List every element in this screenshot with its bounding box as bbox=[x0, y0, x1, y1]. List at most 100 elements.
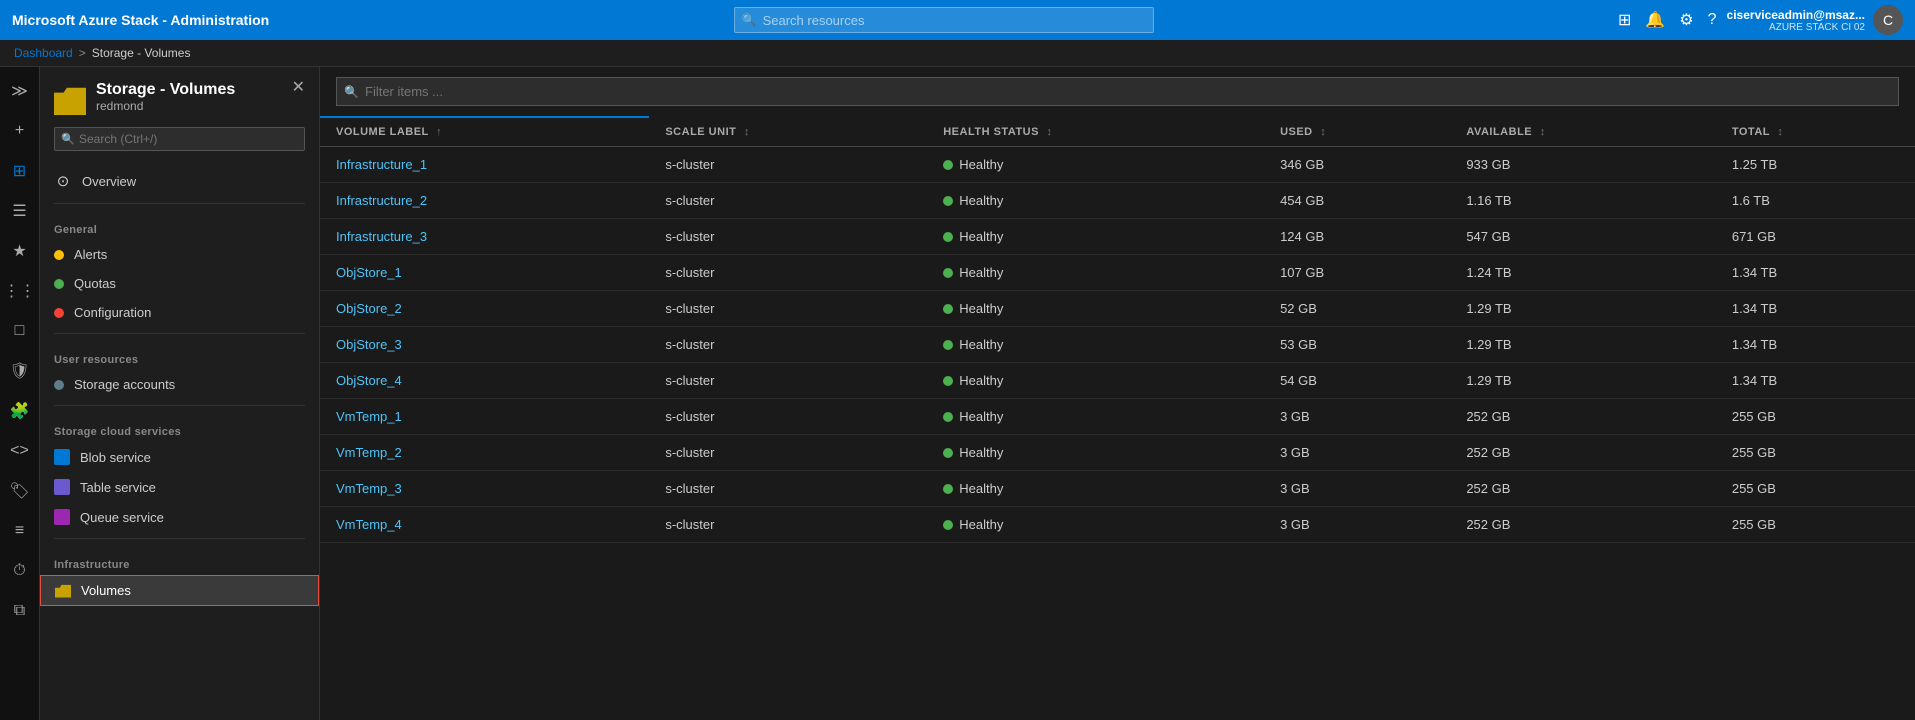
icon-bar: ≫ + ⊞ ☰ ★ ⋮⋮ □ 🛡 🧩 <> 🏷 ≡ ⏱ ⧉ bbox=[0, 67, 40, 720]
tag-icon[interactable]: 🏷 bbox=[4, 475, 36, 507]
table-row[interactable]: VmTemp_2s-clusterHealthy3 GB252 GB255 GB bbox=[320, 435, 1915, 471]
portal-icon[interactable]: ⊞ bbox=[1618, 10, 1631, 30]
divider-user-resources bbox=[54, 333, 305, 334]
grid-icon[interactable]: ⋮⋮ bbox=[4, 275, 36, 307]
cell-used: 346 GB bbox=[1264, 147, 1450, 183]
plus-icon[interactable]: + bbox=[4, 115, 36, 147]
breadcrumb-home[interactable]: Dashboard bbox=[14, 46, 73, 60]
breadcrumb: Dashboard > Storage - Volumes bbox=[0, 40, 1915, 67]
blob-service-icon bbox=[54, 449, 70, 465]
storage-cloud-section-label: Storage cloud services bbox=[40, 412, 319, 442]
col-total-text: TOTAL bbox=[1732, 126, 1770, 138]
global-search-input[interactable] bbox=[734, 7, 1154, 33]
health-text: Healthy bbox=[959, 373, 1003, 388]
sidebar-search-input[interactable] bbox=[54, 127, 305, 151]
col-health-status[interactable]: HEALTH STATUS ↕ bbox=[927, 117, 1264, 147]
sidebar-close-button[interactable]: ✕ bbox=[292, 77, 305, 97]
health-dot-icon bbox=[943, 520, 953, 530]
table-body: Infrastructure_1s-clusterHealthy346 GB93… bbox=[320, 147, 1915, 543]
breadcrumb-sep: > bbox=[79, 46, 86, 60]
top-bar-icons: ⊞ 🔔 ⚙ ? bbox=[1618, 10, 1717, 30]
shield-icon[interactable]: 🛡 bbox=[4, 355, 36, 387]
filter-icon: 🔍 bbox=[344, 85, 359, 99]
table-row[interactable]: Infrastructure_1s-clusterHealthy346 GB93… bbox=[320, 147, 1915, 183]
cell-scale-unit: s-cluster bbox=[649, 219, 927, 255]
col-volume-label[interactable]: VOLUME LABEL ↑ bbox=[320, 117, 649, 147]
sidebar-item-blob-service[interactable]: Blob service bbox=[40, 442, 319, 472]
app-title: Microsoft Azure Stack - Administration bbox=[12, 12, 269, 28]
queue-service-icon bbox=[54, 509, 70, 525]
puzzle-icon[interactable]: 🧩 bbox=[4, 395, 36, 427]
cell-available: 1.29 TB bbox=[1450, 363, 1716, 399]
sidebar-title-text: Storage - Volumes redmond bbox=[96, 81, 235, 113]
storage-accounts-icon bbox=[54, 380, 64, 390]
cell-volume-label: ObjStore_1 bbox=[320, 255, 649, 291]
table-row[interactable]: ObjStore_3s-clusterHealthy53 GB1.29 TB1.… bbox=[320, 327, 1915, 363]
col-used[interactable]: USED ↕ bbox=[1264, 117, 1450, 147]
cell-available: 1.16 TB bbox=[1450, 183, 1716, 219]
cell-scale-unit: s-cluster bbox=[649, 435, 927, 471]
dashboard-icon[interactable]: ⊞ bbox=[4, 155, 36, 187]
tenant-label: AZURE STACK CI 02 bbox=[1769, 22, 1865, 33]
table-row[interactable]: ObjStore_4s-clusterHealthy54 GB1.29 TB1.… bbox=[320, 363, 1915, 399]
health-text: Healthy bbox=[959, 301, 1003, 316]
health-dot-icon bbox=[943, 376, 953, 386]
code-icon[interactable]: <> bbox=[4, 435, 36, 467]
help-icon[interactable]: ? bbox=[1708, 11, 1717, 29]
col-available[interactable]: AVAILABLE ↕ bbox=[1450, 117, 1716, 147]
cell-available: 1.29 TB bbox=[1450, 327, 1716, 363]
health-dot-icon bbox=[943, 232, 953, 242]
sidebar-item-configuration[interactable]: Configuration bbox=[40, 298, 319, 327]
avatar[interactable]: C bbox=[1873, 5, 1903, 35]
settings-icon[interactable]: ⚙ bbox=[1679, 10, 1693, 30]
cell-volume-label: VmTemp_1 bbox=[320, 399, 649, 435]
cell-used: 3 GB bbox=[1264, 471, 1450, 507]
monitor-icon[interactable]: □ bbox=[4, 315, 36, 347]
sidebar-item-table-service[interactable]: Table service bbox=[40, 472, 319, 502]
health-dot-icon bbox=[943, 484, 953, 494]
table-row[interactable]: ObjStore_2s-clusterHealthy52 GB1.29 TB1.… bbox=[320, 291, 1915, 327]
sidebar-item-volumes[interactable]: Volumes bbox=[40, 575, 319, 606]
folder-icon-large bbox=[54, 83, 86, 115]
health-text: Healthy bbox=[959, 193, 1003, 208]
sidebar-item-alerts[interactable]: Alerts bbox=[40, 240, 319, 269]
sidebar-item-overview[interactable]: ⊙ Overview bbox=[40, 165, 319, 197]
menu-icon[interactable]: ☰ bbox=[4, 195, 36, 227]
table-row[interactable]: VmTemp_1s-clusterHealthy3 GB252 GB255 GB bbox=[320, 399, 1915, 435]
table-row[interactable]: ObjStore_1s-clusterHealthy107 GB1.24 TB1… bbox=[320, 255, 1915, 291]
expand-icon[interactable]: ≫ bbox=[4, 75, 36, 107]
notifications-icon[interactable]: 🔔 bbox=[1645, 10, 1665, 30]
cell-scale-unit: s-cluster bbox=[649, 399, 927, 435]
table-row[interactable]: VmTemp_3s-clusterHealthy3 GB252 GB255 GB bbox=[320, 471, 1915, 507]
cell-total: 255 GB bbox=[1716, 471, 1915, 507]
health-text: Healthy bbox=[959, 265, 1003, 280]
clock-icon[interactable]: ⏱ bbox=[4, 555, 36, 587]
cell-scale-unit: s-cluster bbox=[649, 327, 927, 363]
health-dot-icon bbox=[943, 340, 953, 350]
cell-used: 3 GB bbox=[1264, 435, 1450, 471]
sidebar-item-quotas[interactable]: Quotas bbox=[40, 269, 319, 298]
table-row[interactable]: VmTemp_4s-clusterHealthy3 GB252 GB255 GB bbox=[320, 507, 1915, 543]
sort-volume-label-icon: ↑ bbox=[436, 126, 442, 138]
table-row[interactable]: Infrastructure_3s-clusterHealthy124 GB54… bbox=[320, 219, 1915, 255]
cell-scale-unit: s-cluster bbox=[649, 147, 927, 183]
health-text: Healthy bbox=[959, 409, 1003, 424]
table-row[interactable]: Infrastructure_2s-clusterHealthy454 GB1.… bbox=[320, 183, 1915, 219]
star-icon[interactable]: ★ bbox=[4, 235, 36, 267]
sidebar-item-queue-service[interactable]: Queue service bbox=[40, 502, 319, 532]
sidebar-item-storage-accounts[interactable]: Storage accounts bbox=[40, 370, 319, 399]
sidebar: Storage - Volumes redmond ✕ 🔍 ⊙ Overview… bbox=[40, 67, 320, 720]
col-scale-unit[interactable]: SCALE UNIT ↕ bbox=[649, 117, 927, 147]
layers-icon[interactable]: ⧉ bbox=[4, 595, 36, 627]
list-icon[interactable]: ≡ bbox=[4, 515, 36, 547]
cell-volume-label: ObjStore_2 bbox=[320, 291, 649, 327]
filter-input[interactable] bbox=[336, 77, 1899, 106]
cell-health-status: Healthy bbox=[927, 219, 1264, 255]
health-text: Healthy bbox=[959, 481, 1003, 496]
col-available-text: AVAILABLE bbox=[1466, 126, 1532, 138]
cell-scale-unit: s-cluster bbox=[649, 363, 927, 399]
cell-total: 1.34 TB bbox=[1716, 291, 1915, 327]
col-total[interactable]: TOTAL ↕ bbox=[1716, 117, 1915, 147]
health-dot-icon bbox=[943, 412, 953, 422]
main-layout: ≫ + ⊞ ☰ ★ ⋮⋮ □ 🛡 🧩 <> 🏷 ≡ ⏱ ⧉ Storage - … bbox=[0, 67, 1915, 720]
